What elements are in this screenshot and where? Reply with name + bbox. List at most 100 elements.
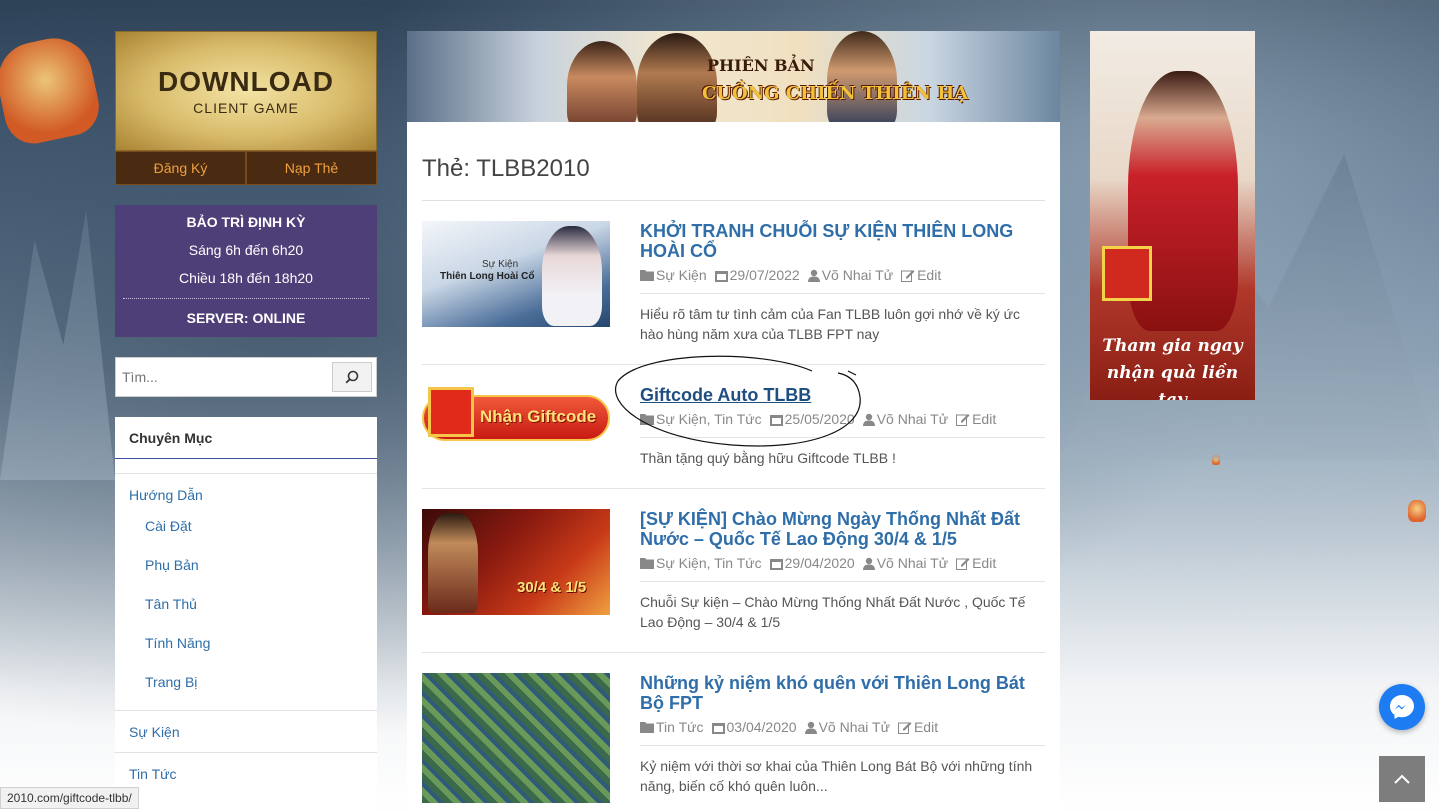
post-categories-text: Sự Kiện: [656, 267, 707, 283]
ad-text: Tham gia ngay nhận quà liền tay: [1090, 333, 1255, 400]
version-banner[interactable]: PHIÊN BẢN CUỒNG CHIẾN THIÊN HẠ: [407, 31, 1060, 122]
categories-heading: Chuyên Mục: [115, 417, 377, 459]
banner-character-center: [637, 33, 717, 122]
gift-box-icon: [428, 387, 474, 437]
post-edit-text: Edit: [917, 267, 942, 283]
post-edit-link[interactable]: Edit: [897, 719, 939, 735]
search-form: [115, 357, 377, 397]
post-date-text: 29/07/2022: [729, 267, 800, 283]
post-author-text: Võ Nhai Tử: [821, 267, 894, 283]
banner-character-right: [827, 31, 897, 122]
search-button[interactable]: [332, 362, 372, 392]
post-thumbnail[interactable]: Nhận Giftcode: [422, 385, 610, 451]
post-author[interactable]: Võ Nhai Tử: [862, 555, 948, 571]
post-author[interactable]: Võ Nhai Tử: [807, 267, 894, 283]
hand-drawn-circle-annotation: [615, 355, 861, 447]
post-categories-text: Tin Tức: [656, 719, 704, 735]
post-meta: Tin Tức 03/04/2020 Võ Nhai Tử Edit: [640, 713, 1045, 746]
divider: [123, 298, 369, 299]
edit-icon: [897, 721, 912, 734]
messenger-chat-button[interactable]: [1379, 684, 1425, 730]
post-categories-text: Sự Kiện, Tin Tức: [656, 555, 762, 571]
post-title-link[interactable]: KHỞI TRANH CHUỖI SỰ KIỆN THIÊN LONG HOÀI…: [640, 221, 1045, 261]
download-client-button[interactable]: DOWNLOAD CLIENT GAME: [115, 31, 377, 151]
server-status: SERVER: ONLINE: [186, 310, 306, 326]
post-categories[interactable]: Sự Kiện: [640, 267, 707, 283]
post-item: Sự Kiện Thiên Long Hoài Cổ KHỞI TRANH CH…: [422, 201, 1045, 365]
thumb-text-2: Thiên Long Hoài Cổ: [440, 271, 535, 282]
post-title-link[interactable]: [SỰ KIỆN] Chào Mừng Ngày Thống Nhất Đất …: [640, 509, 1045, 549]
post-author-text: Võ Nhai Tử: [876, 411, 949, 427]
search-input[interactable]: [122, 369, 332, 385]
register-button[interactable]: Đăng Ký: [115, 151, 246, 185]
post-excerpt: Chuỗi Sự kiện – Chào Mừng Thống Nhất Đất…: [640, 594, 1026, 630]
user-icon: [804, 721, 817, 734]
thumb-text-1: Sự Kiện: [482, 259, 519, 270]
maintenance-morning: Sáng 6h đến 6h20: [188, 242, 304, 258]
category-tan-thu[interactable]: Tân Thủ: [115, 593, 377, 632]
post-title-link[interactable]: Những kỷ niệm khó quên với Thiên Long Bá…: [640, 673, 1045, 713]
main-content: PHIÊN BẢN CUỒNG CHIẾN THIÊN HẠ Thẻ: TLBB…: [407, 31, 1060, 809]
post-author-text: Võ Nhai Tử: [818, 719, 890, 735]
banner-character-left: [567, 41, 637, 122]
post-edit-link[interactable]: Edit: [956, 411, 996, 427]
banner-line2: CUỒNG CHIẾN THIÊN HẠ: [702, 83, 969, 104]
post-thumbnail[interactable]: [422, 673, 610, 803]
thumb-character: [542, 226, 602, 326]
category-huong-dan[interactable]: Hướng Dẫn: [115, 473, 377, 515]
post-date: 29/04/2020: [769, 555, 855, 571]
post-date-text: 29/04/2020: [784, 555, 855, 571]
folder-icon: [640, 270, 654, 281]
ad-text-line2: nhận quà liền tay: [1106, 363, 1239, 400]
post-date: 03/04/2020: [711, 719, 797, 735]
category-su-kien[interactable]: Sự Kiện: [115, 710, 377, 752]
gift-box-icon: [1102, 246, 1152, 301]
category-tin-tuc[interactable]: Tin Tức: [115, 752, 377, 794]
chevron-up-icon: [1394, 774, 1410, 784]
category-tinh-nang[interactable]: Tính Năng: [115, 632, 377, 671]
calendar-icon: [711, 722, 725, 734]
back-to-top-button[interactable]: [1379, 756, 1425, 802]
categories-widget: Chuyên Mục Hướng Dẫn Cài Đặt Phụ Bản Tân…: [115, 417, 377, 809]
post-item: 30/4 & 1/5 [SỰ KIỆN] Chào Mừng Ngày Thốn…: [422, 489, 1045, 653]
post-meta: Sự Kiện, Tin Tức 29/04/2020 Võ Nhai Tử E…: [640, 549, 1045, 582]
category-cai-dat[interactable]: Cài Đặt: [115, 515, 377, 554]
left-sidebar: DOWNLOAD CLIENT GAME Đăng Ký Nạp Thẻ BẢO…: [115, 31, 377, 809]
maintenance-afternoon: Chiều 18h đến 18h20: [179, 270, 313, 286]
post-author[interactable]: Võ Nhai Tử: [804, 719, 890, 735]
post-thumbnail[interactable]: 30/4 & 1/5: [422, 509, 610, 615]
maintenance-title: BẢO TRÌ ĐỊNH KỲ: [186, 214, 306, 230]
account-actions: Đăng Ký Nạp Thẻ: [115, 151, 377, 185]
messenger-icon: [1390, 695, 1414, 719]
category-trang-bi[interactable]: Trang Bị: [115, 671, 377, 710]
post-edit-link[interactable]: Edit: [901, 267, 941, 283]
post-edit-text: Edit: [972, 411, 997, 427]
download-title: DOWNLOAD: [158, 66, 334, 97]
user-icon: [862, 557, 875, 570]
post-excerpt: Hiểu rõ tâm tư tình cảm của Fan TLBB luô…: [640, 306, 1021, 342]
post-item: Nhận Giftcode Giftcode Auto TLBB Sự Kiện…: [422, 355, 1045, 489]
post-date-text: 03/04/2020: [726, 719, 797, 735]
post-categories[interactable]: Sự Kiện, Tin Tức: [640, 555, 762, 571]
category-phu-ban[interactable]: Phụ Bản: [115, 554, 377, 593]
calendar-icon: [714, 270, 728, 282]
folder-icon: [640, 722, 654, 733]
maintenance-box: BẢO TRÌ ĐỊNH KỲ Sáng 6h đến 6h20 Chiều 1…: [115, 205, 377, 337]
post-item: Những kỷ niệm khó quên với Thiên Long Bá…: [422, 653, 1045, 809]
search-icon: [345, 370, 359, 384]
promo-ad-banner[interactable]: Tham gia ngay nhận quà liền tay: [1090, 31, 1255, 400]
post-edit-link[interactable]: Edit: [956, 555, 996, 571]
post-author[interactable]: Võ Nhai Tử: [862, 411, 949, 427]
topup-button[interactable]: Nạp Thẻ: [246, 151, 377, 185]
user-icon: [807, 269, 820, 282]
browser-status-url: 2010.com/giftcode-tlbb/: [0, 787, 139, 809]
post-meta: Sự Kiện 29/07/2022 Võ Nhai Tử Edit: [640, 261, 1045, 294]
post-thumbnail[interactable]: Sự Kiện Thiên Long Hoài Cổ: [422, 221, 610, 327]
thumb-character: [428, 513, 478, 613]
post-edit-text: Edit: [913, 719, 939, 735]
folder-icon: [640, 558, 654, 569]
calendar-icon: [769, 558, 783, 570]
page-title: Thẻ: TLBB2010: [422, 122, 1045, 201]
edit-icon: [901, 269, 915, 282]
post-categories[interactable]: Tin Tức: [640, 719, 704, 735]
